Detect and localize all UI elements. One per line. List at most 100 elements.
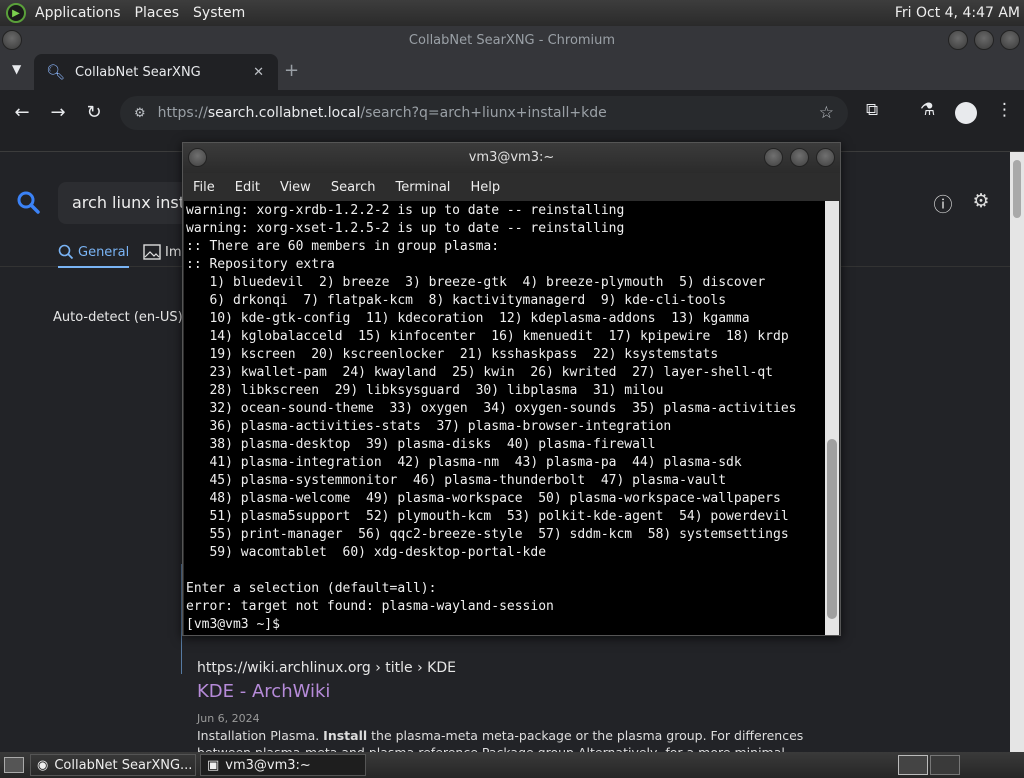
terminal-line: :: There are 60 members in group plasma:	[186, 239, 500, 254]
applications-menu[interactable]: Applications	[28, 0, 128, 26]
taskbar-browser-label: CollabNet SearXNG...	[54, 757, 193, 773]
taskbar-item-terminal[interactable]: ▣ vm3@vm3:~	[200, 754, 366, 776]
terminal-line: 14) kglobalacceld 15) kinfocenter 16) km…	[186, 329, 789, 344]
profile-avatar-icon[interactable]	[955, 102, 977, 124]
clock[interactable]: Fri Oct 4, 4:47 AM	[895, 0, 1020, 26]
terminal-line: 59) wacomtablet 60) xdg-desktop-portal-k…	[186, 545, 547, 560]
tab-general[interactable]: General	[58, 244, 130, 268]
searxng-logo-search-icon[interactable]	[16, 190, 40, 214]
search-favicon-icon: 🔍︎	[46, 63, 66, 81]
terminal-line: error: target not found: plasma-wayland-…	[186, 599, 554, 614]
terminal-window: vm3@vm3:~ File Edit View Search Terminal…	[182, 142, 841, 636]
browser-toolbar: ← → ↻ ⚙ https:// search.collabnet.local …	[0, 90, 1024, 136]
terminal-screen[interactable]: warning: xorg-xrdb-1.2.2-2 is up to date…	[184, 201, 827, 635]
maximize-button[interactable]	[974, 30, 994, 50]
terminal-line: 41) plasma-integration 42) plasma-nm 43)…	[186, 455, 742, 470]
language-selector[interactable]: Auto-detect (en-US)	[53, 310, 183, 325]
terminal-title: vm3@vm3:~	[468, 150, 555, 165]
bookmark-star-icon[interactable]: ☆	[819, 103, 834, 123]
system-menu[interactable]: System	[186, 0, 252, 26]
page-scrollbar[interactable]	[1010, 152, 1024, 752]
close-tab-icon[interactable]: ✕	[253, 65, 264, 80]
terminal-line: [vm3@vm3 ~]$	[186, 617, 288, 632]
terminal-line: 51) plasma5support 52) plymouth-kcm 53) …	[186, 509, 789, 524]
menu-view[interactable]: View	[280, 180, 311, 195]
terminal-line: 32) ocean-sound-theme 33) oxygen 34) oxy…	[186, 401, 797, 416]
workspace-2[interactable]	[930, 755, 960, 775]
search-result: https://wiki.archlinux.org › title › KDE…	[197, 660, 817, 752]
tab-searxng[interactable]: 🔍︎ CollabNet SearXNG ✕	[34, 54, 278, 90]
terminal-titlebar[interactable]: vm3@vm3:~	[183, 143, 840, 173]
terminal-line: warning: xorg-xset-1.2.5-2 is up to date…	[186, 221, 625, 236]
terminal-line: 19) kscreen 20) kscreenlocker 21) ksshas…	[186, 347, 719, 362]
browser-window-title: CollabNet SearXNG - Chromium	[408, 32, 616, 48]
tab-strip: ▼ 🔍︎ CollabNet SearXNG ✕ +	[0, 54, 1024, 90]
terminal-icon: ▣	[207, 757, 220, 773]
terminal-line: Enter a selection (default=all):	[186, 581, 437, 596]
new-tab-icon[interactable]: +	[284, 60, 299, 81]
terminal-line: 6) drkonqi 7) flatpak-kcm 8) kactivityma…	[186, 293, 727, 308]
labs-flask-icon[interactable]: ⚗	[920, 100, 935, 120]
forward-icon[interactable]: →	[47, 102, 69, 123]
terminal-menubar: File Edit View Search Terminal Help	[183, 173, 840, 201]
site-info-icon[interactable]: ⚙	[134, 106, 146, 121]
menu-edit[interactable]: Edit	[235, 180, 260, 195]
workspace-1[interactable]	[898, 755, 928, 775]
window-menu-button[interactable]	[2, 30, 22, 50]
back-icon[interactable]: ←	[11, 102, 33, 123]
terminal-line: :: Repository extra	[186, 257, 335, 272]
reload-icon[interactable]: ↻	[83, 102, 105, 123]
terminal-line: 23) kwallet-pam 24) kwayland 25) kwin 26…	[186, 365, 773, 380]
info-icon[interactable]: ⓘ	[932, 190, 954, 216]
search-icon	[58, 244, 74, 260]
desktop: ▶ Applications Places System Fri Oct 4, …	[0, 0, 1024, 778]
terminal-line: 45) plasma-systemmonitor 46) plasma-thun…	[186, 473, 727, 488]
tab-search-icon[interactable]: ▼	[12, 62, 21, 76]
terminal-line: 10) kde-gtk-config 11) kdecoration 12) k…	[186, 311, 750, 326]
taskbar-item-browser[interactable]: ◉ CollabNet SearXNG...	[30, 754, 196, 776]
snippet-bold: Install	[323, 728, 368, 743]
menu-search[interactable]: Search	[331, 180, 376, 195]
terminal-minimize-button[interactable]	[764, 148, 783, 167]
terminal-line: 55) print-manager 56) qqc2-breeze-style …	[186, 527, 789, 542]
result-date: Jun 6, 2024	[197, 712, 260, 725]
tab-title: CollabNet SearXNG	[75, 64, 201, 80]
distro-logo-icon[interactable]: ▶	[6, 3, 26, 23]
url-host: search.collabnet.local	[207, 105, 361, 121]
minimize-button[interactable]	[948, 30, 968, 50]
chromium-icon: ◉	[37, 757, 49, 773]
show-desktop-icon[interactable]	[4, 757, 24, 773]
menu-kebab-icon[interactable]: ⋮	[996, 100, 1013, 120]
terminal-line: 36) plasma-activities-stats 37) plasma-b…	[186, 419, 672, 434]
terminal-line: 48) plasma-welcome 49) plasma-workspace …	[186, 491, 781, 506]
terminal-maximize-button[interactable]	[790, 148, 809, 167]
close-button[interactable]	[1000, 30, 1020, 50]
result-snippet: Installation Plasma. Install the plasma-…	[197, 727, 817, 752]
menu-help[interactable]: Help	[470, 180, 500, 195]
terminal-line: 38) plasma-desktop 39) plasma-disks 40) …	[186, 437, 656, 452]
address-bar[interactable]: ⚙ https:// search.collabnet.local /searc…	[120, 96, 848, 130]
browser-titlebar[interactable]: CollabNet SearXNG - Chromium	[0, 26, 1024, 54]
result-title-link[interactable]: KDE - ArchWiki	[197, 681, 817, 702]
image-icon	[143, 244, 161, 260]
snippet-pre: Installation Plasma.	[197, 728, 324, 743]
terminal-close-button[interactable]	[816, 148, 835, 167]
terminal-line: 1) bluedevil 2) breeze 3) breeze-gtk 4) …	[186, 275, 766, 290]
extensions-icon[interactable]: ⧉	[866, 100, 878, 120]
page-scrollbar-thumb[interactable]	[1013, 160, 1021, 218]
terminal-scrollbar-thumb[interactable]	[827, 439, 837, 619]
taskbar-terminal-label: vm3@vm3:~	[225, 757, 311, 773]
terminal-line: warning: xorg-xrdb-1.2.2-2 is up to date…	[186, 203, 625, 218]
places-menu[interactable]: Places	[128, 0, 187, 26]
bottom-panel: ◉ CollabNet SearXNG... ▣ vm3@vm3:~	[0, 752, 1024, 778]
terminal-window-menu-button[interactable]	[188, 148, 207, 167]
settings-gear-icon[interactable]: ⚙	[970, 190, 992, 212]
tab-general-label: General	[78, 244, 130, 260]
url-prefix: https://	[157, 105, 208, 121]
menu-file[interactable]: File	[193, 180, 215, 195]
result-url[interactable]: https://wiki.archlinux.org › title › KDE	[197, 660, 817, 676]
terminal-scrollbar[interactable]	[825, 201, 839, 635]
top-panel: ▶ Applications Places System Fri Oct 4, …	[0, 0, 1024, 26]
menu-terminal[interactable]: Terminal	[395, 180, 450, 195]
